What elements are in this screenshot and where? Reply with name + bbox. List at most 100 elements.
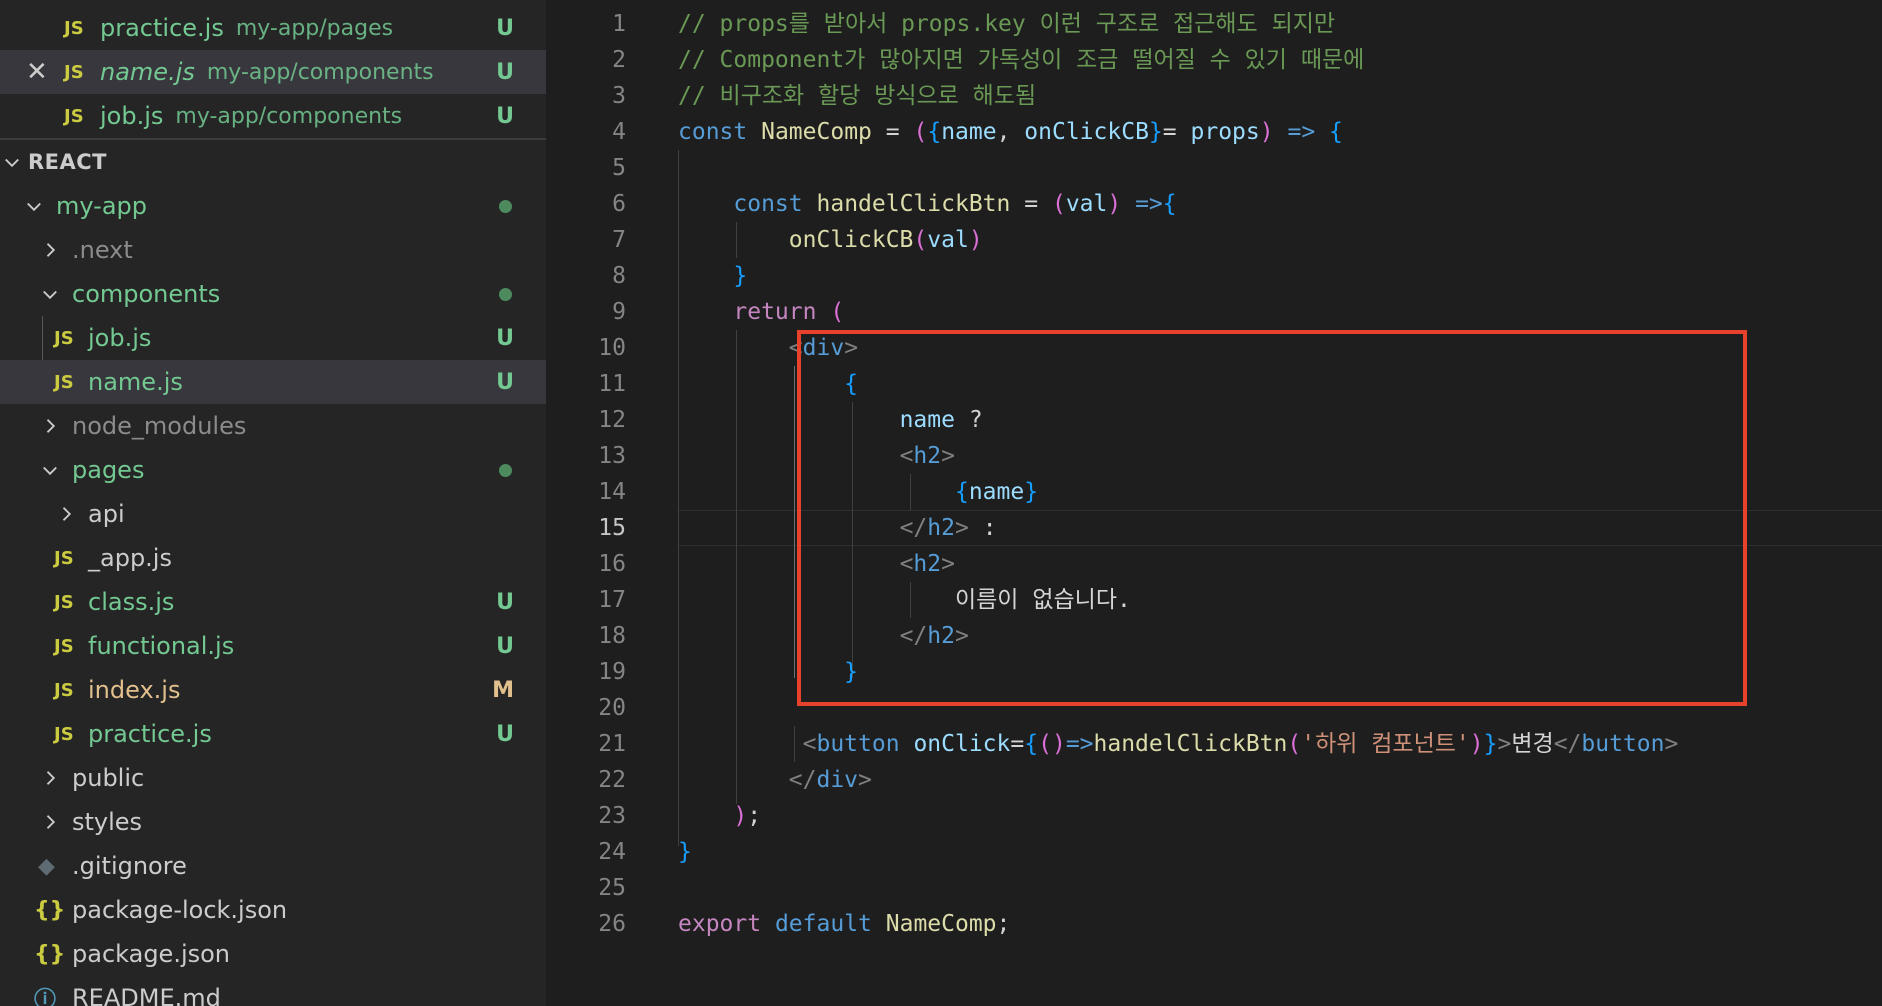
code-text: </div>	[788, 767, 872, 793]
line-number: 1	[612, 11, 626, 37]
code-line[interactable]: 1 // props를 받아서 props.key 이런 구조로 접근해도 되지만	[546, 6, 1882, 42]
js-file-icon: JS	[54, 679, 74, 701]
tree-file-package-json[interactable]: {} package.json	[0, 932, 546, 976]
code-line[interactable]: 18 </h2>	[546, 618, 1882, 654]
code-line[interactable]: 7 onClickCB(val)	[546, 222, 1882, 258]
js-file-icon: JS	[54, 723, 74, 745]
code-line[interactable]: 17 이름이 없습니다.	[546, 582, 1882, 618]
code-text: <h2>	[899, 551, 955, 577]
js-file-icon: JS	[54, 635, 74, 657]
tree-item-label: index.js	[88, 676, 181, 704]
tree-item-label: practice.js	[88, 720, 212, 748]
tree-folder-node-modules[interactable]: node_modules	[0, 404, 546, 448]
code-line[interactable]: 21 <button onClick={()=>handelClickBtn('…	[546, 726, 1882, 762]
git-status-badge: U	[496, 15, 514, 41]
tree-folder-next[interactable]: .next	[0, 228, 546, 272]
line-number: 5	[612, 155, 626, 181]
tree-item-label: package-lock.json	[72, 896, 288, 924]
code-text: {name}	[954, 479, 1039, 505]
chevron-down-icon	[38, 272, 62, 316]
open-editor-practice-js[interactable]: JS practice.js my-app/pages U	[0, 6, 546, 50]
line-number: 19	[598, 659, 626, 685]
line-number: 7	[612, 227, 626, 253]
code-line[interactable]: 25	[546, 870, 1882, 906]
git-status-badge: U	[496, 589, 514, 615]
code-line[interactable]: 19 }	[546, 654, 1882, 690]
tree-file-job-js[interactable]: JS job.js U	[0, 316, 546, 360]
chevron-right-icon	[54, 492, 78, 536]
code-line[interactable]: 3 // 비구조화 할당 방식으로 해도됨	[546, 78, 1882, 114]
tree-item-label: name.js	[88, 368, 183, 396]
code-line[interactable]: 6 const handelClickBtn = (val) =>{	[546, 186, 1882, 222]
code-line[interactable]: 24}	[546, 834, 1882, 870]
open-editor-job-js[interactable]: JS job.js my-app/components U	[0, 94, 546, 138]
code-text: const NameComp = ({name, onClickCB}= pro…	[678, 119, 1343, 145]
tree-item-label: node_modules	[72, 412, 247, 440]
git-status-badge: M	[492, 677, 514, 703]
tree-item-label: my-app	[56, 192, 147, 220]
close-icon[interactable]: ✕	[26, 50, 48, 94]
js-file-icon: JS	[54, 371, 74, 393]
tree-folder-public[interactable]: public	[0, 756, 546, 800]
code-text: // 비구조화 할당 방식으로 해도됨	[678, 83, 1037, 109]
code-line[interactable]: 5	[546, 150, 1882, 186]
line-number: 14	[598, 479, 626, 505]
chevron-down-icon	[38, 448, 62, 492]
code-line[interactable]: 15 </h2> :	[546, 510, 1882, 546]
code-line[interactable]: 14 {name}	[546, 474, 1882, 510]
tree-item-label: package.json	[72, 940, 231, 968]
tree-file-practice-js[interactable]: JS practice.js U	[0, 712, 546, 756]
code-text: }	[678, 839, 692, 865]
open-editor-name-js[interactable]: ✕ JS name.js my-app/components U	[0, 50, 546, 94]
code-line[interactable]: 23 );	[546, 798, 1882, 834]
line-number: 13	[598, 443, 626, 469]
code-line[interactable]: 26 export default NameComp;	[546, 906, 1882, 942]
tree-file-functional-js[interactable]: JS functional.js U	[0, 624, 546, 668]
code-line[interactable]: 11 {	[546, 366, 1882, 402]
git-status-badge: U	[496, 59, 514, 85]
tree-folder-api[interactable]: api	[0, 492, 546, 536]
line-number: 23	[598, 803, 626, 829]
code-line[interactable]: 22 </div>	[546, 762, 1882, 798]
js-file-icon: JS	[54, 327, 74, 349]
git-status-badge: U	[496, 325, 514, 351]
line-number: 10	[598, 335, 626, 361]
code-line[interactable]: 13 <h2>	[546, 438, 1882, 474]
tree-folder-styles[interactable]: styles	[0, 800, 546, 844]
code-line[interactable]: 8 }	[546, 258, 1882, 294]
line-number: 9	[612, 299, 626, 325]
tree-file-class-js[interactable]: JS class.js U	[0, 580, 546, 624]
tree-folder-components[interactable]: components	[0, 272, 546, 316]
code-text: return (	[733, 299, 845, 325]
code-line[interactable]: 2 // Component가 많아지면 가독성이 조금 떨어질 수 있기 때문에	[546, 42, 1882, 78]
tree-folder-my-app[interactable]: my-app	[0, 184, 546, 228]
json-file-icon: {}	[34, 941, 66, 967]
code-text: );	[733, 803, 762, 829]
code-editor[interactable]: 1 // props를 받아서 props.key 이런 구조로 접근해도 되지만…	[546, 0, 1882, 1006]
git-status-badge: U	[496, 103, 514, 129]
git-status-badge: U	[496, 633, 514, 659]
code-line[interactable]: 4 const NameComp = ({name, onClickCB}= pr…	[546, 114, 1882, 150]
tree-item-label: components	[72, 280, 221, 308]
tree-item-label: README.md	[72, 984, 221, 1006]
info-file-icon: ⓘ	[34, 988, 57, 1006]
code-line[interactable]: 20	[546, 690, 1882, 726]
code-line[interactable]: 16 <h2>	[546, 546, 1882, 582]
line-number: 15	[598, 515, 626, 541]
tree-folder-pages[interactable]: pages	[0, 448, 546, 492]
tree-item-label: .next	[72, 236, 133, 264]
tree-file-gitignore[interactable]: ◆ .gitignore	[0, 844, 546, 888]
section-header-react[interactable]: REACT	[0, 140, 546, 184]
tree-file-readme-md[interactable]: ⓘ README.md	[0, 976, 546, 1006]
open-editor-path: my-app/components	[175, 103, 403, 129]
tree-file-index-js[interactable]: JS index.js M	[0, 668, 546, 712]
line-number: 25	[598, 875, 626, 901]
tree-file-app-js[interactable]: JS _app.js	[0, 536, 546, 580]
code-line[interactable]: 12 name ?	[546, 402, 1882, 438]
modified-dot	[499, 464, 512, 477]
code-line[interactable]: 9 return (	[546, 294, 1882, 330]
code-line[interactable]: 10 <div>	[546, 330, 1882, 366]
tree-file-package-lock-json[interactable]: {} package-lock.json	[0, 888, 546, 932]
tree-item-label: class.js	[88, 588, 175, 616]
tree-file-name-js[interactable]: JS name.js U	[0, 360, 546, 404]
